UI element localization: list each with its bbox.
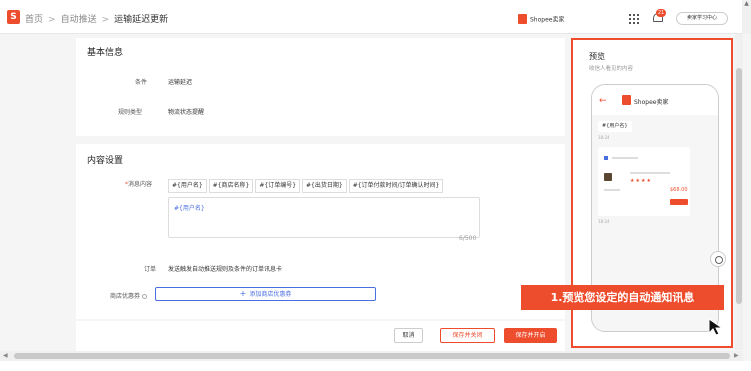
message-action-button [670, 199, 688, 205]
back-arrow-icon: ← [599, 96, 607, 106]
phone-user-message: #{用户名} [598, 121, 632, 132]
phone-timestamp: 18:24 [598, 219, 610, 224]
help-circle-icon[interactable] [141, 294, 147, 299]
condition-label: 条件 [135, 79, 148, 86]
phone-header: ← Shopee卖家 [592, 85, 718, 115]
tag-order-number[interactable]: #{订单编号} [255, 179, 301, 193]
content-settings-card: 内容设置 *消息内容 #{用户名} #{商店名称} #{订单编号} #{出货日期… [76, 144, 565, 319]
tutorial-callout: 1.预览您设定的自动通知讯息 [521, 285, 724, 310]
save-and-close-button[interactable]: 保存并关闭 [440, 328, 495, 343]
tag-payment-time[interactable]: #{订单付款时间/订单确认时间} [348, 179, 444, 193]
order-icon [604, 156, 608, 160]
basic-info-title: 基本信息 [87, 48, 124, 58]
shopee-bag-icon [518, 14, 527, 24]
shopee-bag-icon [622, 95, 631, 105]
learning-center-button[interactable]: 卖家学习中心 [676, 12, 728, 25]
cancel-button[interactable]: 取消 [394, 328, 423, 343]
footer-actions: 取消 保存并关闭 保存并开启 [76, 321, 565, 351]
scroll-right-arrow-icon[interactable]: ▶ [734, 352, 739, 359]
rule-type-value: 物流状态提醒 [168, 109, 205, 116]
apps-grid-icon[interactable] [629, 14, 639, 24]
notification-badge: 21 [656, 9, 666, 17]
condition-value: 运输延迟 [168, 79, 193, 86]
chat-float-icon[interactable] [710, 251, 726, 267]
breadcrumb-separator: > [48, 15, 56, 25]
shop-switcher[interactable]: Shopee卖家 [518, 14, 564, 24]
order-label: 订单 [144, 266, 157, 273]
add-coupon-button[interactable]: + 添加商店优惠券 [155, 287, 376, 301]
breadcrumb-separator: > [101, 15, 110, 25]
rating-stars: ★★★★ [630, 178, 652, 184]
coupon-label: 商店优惠券 [110, 291, 147, 300]
breadcrumb-current: 运输延迟更新 [114, 15, 169, 25]
phone-shop-name: Shopee卖家 [634, 99, 669, 106]
mouse-pointer-icon [708, 318, 724, 336]
product-price: $68.00 [670, 187, 688, 193]
order-value: 发送触发自动推送规则及条件的订单讯息卡 [168, 266, 283, 273]
tag-ship-date[interactable]: #{出货日期} [302, 179, 347, 193]
tag-username[interactable]: #{用户名} [168, 179, 207, 193]
scroll-left-arrow-icon[interactable]: ◀ [3, 352, 8, 359]
top-bar: S 首页 > 自动推送 > 运输延迟更新 Shopee卖家 21 卖家学习中心 [0, 0, 751, 34]
message-editor[interactable]: #{用户名} [168, 197, 480, 238]
variable-tags: #{用户名} #{商店名称} #{订单编号} #{出货日期} #{订单付款时间/… [168, 179, 444, 193]
notification-bell-icon[interactable]: 21 [651, 9, 666, 25]
basic-info-card: 基本信息 条件 运输延迟 规则类型 物流状态提醒 [76, 38, 565, 136]
character-counter: 6/500 [459, 235, 477, 242]
scroll-up-arrow-icon[interactable]: ▲ [742, 0, 751, 34]
breadcrumb: 首页 > 自动推送 > 运输延迟更新 [25, 12, 168, 25]
breadcrumb-auto-push[interactable]: 自动推送 [61, 12, 97, 25]
breadcrumb-home[interactable]: 首页 [25, 12, 43, 25]
editor-value: #{用户名} [174, 205, 205, 212]
plus-icon: + [239, 289, 247, 298]
product-image [604, 173, 612, 181]
order-message-card: ★★★★ $68.00 [598, 147, 690, 216]
tag-shop-name[interactable]: #{商店名称} [208, 179, 254, 193]
preview-title: 预览 [589, 52, 605, 61]
phone-timestamp: 18:24 [598, 135, 610, 140]
rule-type-label: 规则类型 [118, 109, 143, 116]
vertical-scrollbar[interactable] [735, 34, 743, 350]
save-and-enable-button[interactable]: 保存并开启 [504, 328, 557, 343]
preview-subtitle: 收信人看见的内容 [589, 66, 634, 72]
content-settings-title: 内容设置 [87, 156, 124, 166]
shopee-logo-icon[interactable]: S [7, 10, 20, 24]
horizontal-scrollbar[interactable]: ◀ ▶ [0, 351, 743, 361]
message-content-label: *消息内容 [125, 181, 153, 188]
shop-name: Shopee卖家 [530, 16, 565, 24]
